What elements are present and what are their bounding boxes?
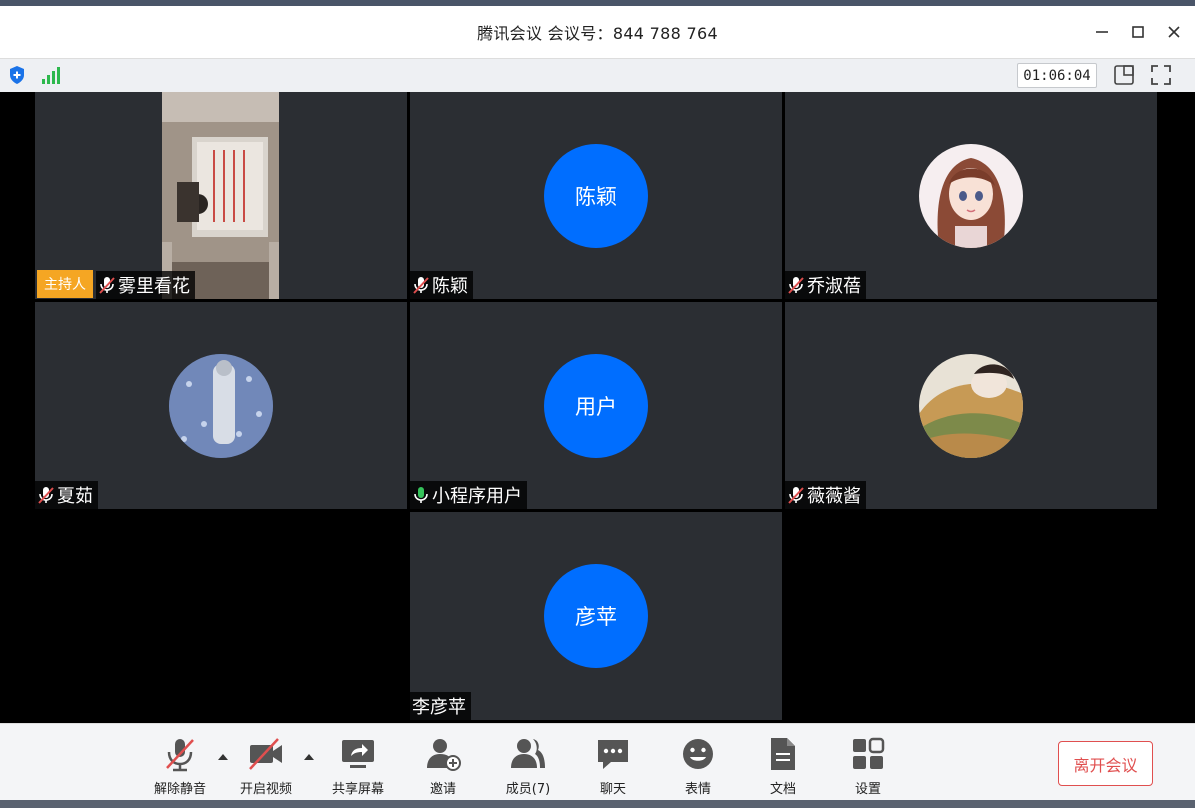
participant-nameplate: 乔淑蓓 bbox=[785, 271, 866, 299]
share-screen-label: 共享屏幕 bbox=[331, 782, 384, 797]
participant-nameplate: 李彦苹 bbox=[410, 692, 471, 720]
participant-name: 陈颖 bbox=[432, 276, 468, 297]
participant-tile[interactable]: 主持人 雾里看花 bbox=[35, 92, 407, 299]
participant-tile[interactable]: 用户 小程序用户 bbox=[410, 302, 782, 509]
participant-name: 乔淑蓓 bbox=[807, 276, 861, 297]
fullscreen-icon[interactable] bbox=[1150, 64, 1172, 86]
shield-icon[interactable] bbox=[8, 65, 26, 85]
participant-tile[interactable]: 彦苹 李彦苹 bbox=[410, 512, 782, 720]
settings-label: 设置 bbox=[854, 782, 881, 797]
participant-video-feed bbox=[162, 92, 279, 299]
members-button[interactable]: 成员(7) bbox=[491, 734, 565, 797]
participant-tile[interactable]: 陈颖 陈颖 bbox=[410, 92, 782, 299]
close-icon bbox=[1168, 26, 1180, 38]
camera-off-icon bbox=[249, 738, 282, 770]
participant-name: 雾里看花 bbox=[118, 276, 190, 297]
reactions-label: 表情 bbox=[684, 782, 711, 797]
unmute-label: 解除静音 bbox=[153, 782, 206, 797]
chat-bubble-icon bbox=[598, 740, 628, 769]
profile-photo bbox=[919, 143, 1023, 248]
members-label: 成员(7) bbox=[505, 782, 551, 797]
video-options-caret-icon[interactable] bbox=[303, 752, 315, 762]
participant-name: 李彦苹 bbox=[412, 697, 466, 718]
desktop-background-bottom bbox=[0, 800, 1195, 808]
mic-muted-icon bbox=[166, 739, 194, 772]
participant-name: 薇薇酱 bbox=[807, 486, 861, 507]
app-grid-icon bbox=[853, 737, 885, 769]
meeting-window: 腾讯会议 会议号：844 788 764 01:06:04 主持人 雾里看花 陈… bbox=[0, 6, 1195, 807]
document-icon bbox=[771, 738, 795, 770]
mic-muted-icon bbox=[413, 277, 429, 294]
start-video-button[interactable]: 开启视频 bbox=[229, 734, 303, 797]
close-button[interactable] bbox=[1163, 21, 1185, 43]
mic-on-icon bbox=[414, 487, 428, 503]
host-badge: 主持人 bbox=[37, 270, 93, 298]
minimize-icon bbox=[1096, 31, 1108, 33]
smiley-icon bbox=[683, 739, 713, 769]
mic-muted-icon bbox=[788, 487, 804, 504]
layout-switch-icon[interactable] bbox=[1113, 64, 1135, 86]
participant-tile[interactable]: 乔淑蓓 bbox=[785, 92, 1157, 299]
title-bar: 腾讯会议 会议号：844 788 764 bbox=[0, 6, 1195, 58]
initials-avatar: 用户 bbox=[544, 353, 648, 458]
docs-button[interactable]: 文档 bbox=[746, 734, 820, 797]
add-user-icon bbox=[427, 739, 461, 771]
participant-nameplate: 薇薇酱 bbox=[785, 481, 866, 509]
leave-meeting-button[interactable]: 离开会议 bbox=[1058, 741, 1153, 786]
profile-photo bbox=[919, 353, 1023, 458]
settings-button[interactable]: 设置 bbox=[831, 734, 905, 797]
window-title: 腾讯会议 会议号：844 788 764 bbox=[477, 24, 718, 43]
reactions-button[interactable]: 表情 bbox=[661, 734, 735, 797]
minimize-button[interactable] bbox=[1091, 21, 1113, 43]
participant-nameplate: 陈颖 bbox=[410, 271, 473, 299]
unmute-button[interactable]: 解除静音 bbox=[143, 734, 217, 797]
participant-nameplate: 夏茹 bbox=[35, 481, 98, 509]
window-controls bbox=[1091, 6, 1185, 58]
video-grid: 主持人 雾里看花 陈颖 陈颖 乔淑蓓 夏茹 用户 小程序用户 薇薇酱 彦苹 李彦… bbox=[0, 92, 1195, 726]
maximize-icon bbox=[1132, 26, 1144, 38]
start-video-label: 开启视频 bbox=[239, 782, 292, 797]
share-screen-icon bbox=[342, 740, 374, 768]
participant-tile[interactable]: 薇薇酱 bbox=[785, 302, 1157, 509]
participant-tile[interactable]: 夏茹 bbox=[35, 302, 407, 509]
initials-avatar: 彦苹 bbox=[544, 564, 648, 668]
chat-button[interactable]: 聊天 bbox=[576, 734, 650, 797]
audio-options-caret-icon[interactable] bbox=[217, 752, 229, 762]
docs-label: 文档 bbox=[769, 782, 796, 797]
participant-name: 夏茹 bbox=[57, 486, 93, 507]
members-icon bbox=[511, 739, 545, 768]
chat-label: 聊天 bbox=[599, 782, 626, 797]
profile-photo bbox=[169, 353, 273, 458]
maximize-button[interactable] bbox=[1127, 21, 1149, 43]
participant-nameplate: 小程序用户 bbox=[410, 481, 527, 509]
invite-label: 邀请 bbox=[429, 782, 456, 797]
participant-nameplate: 雾里看花 bbox=[96, 271, 195, 299]
invite-button[interactable]: 邀请 bbox=[406, 734, 480, 797]
participant-name: 小程序用户 bbox=[432, 486, 522, 507]
share-screen-button[interactable]: 共享屏幕 bbox=[321, 734, 395, 797]
mic-muted-icon bbox=[38, 487, 54, 504]
initials-avatar: 陈颖 bbox=[544, 143, 648, 248]
meeting-timer: 01:06:04 bbox=[1017, 63, 1097, 88]
signal-strength-icon[interactable] bbox=[40, 65, 62, 85]
meeting-info-bar: 01:06:04 bbox=[0, 58, 1195, 93]
meeting-toolbar: 解除静音 开启视频 共享屏幕 邀请 成员(7) 聊天 表情 文档 设置 离开会议 bbox=[0, 723, 1195, 807]
mic-muted-icon bbox=[788, 277, 804, 294]
mic-muted-icon bbox=[99, 277, 115, 294]
